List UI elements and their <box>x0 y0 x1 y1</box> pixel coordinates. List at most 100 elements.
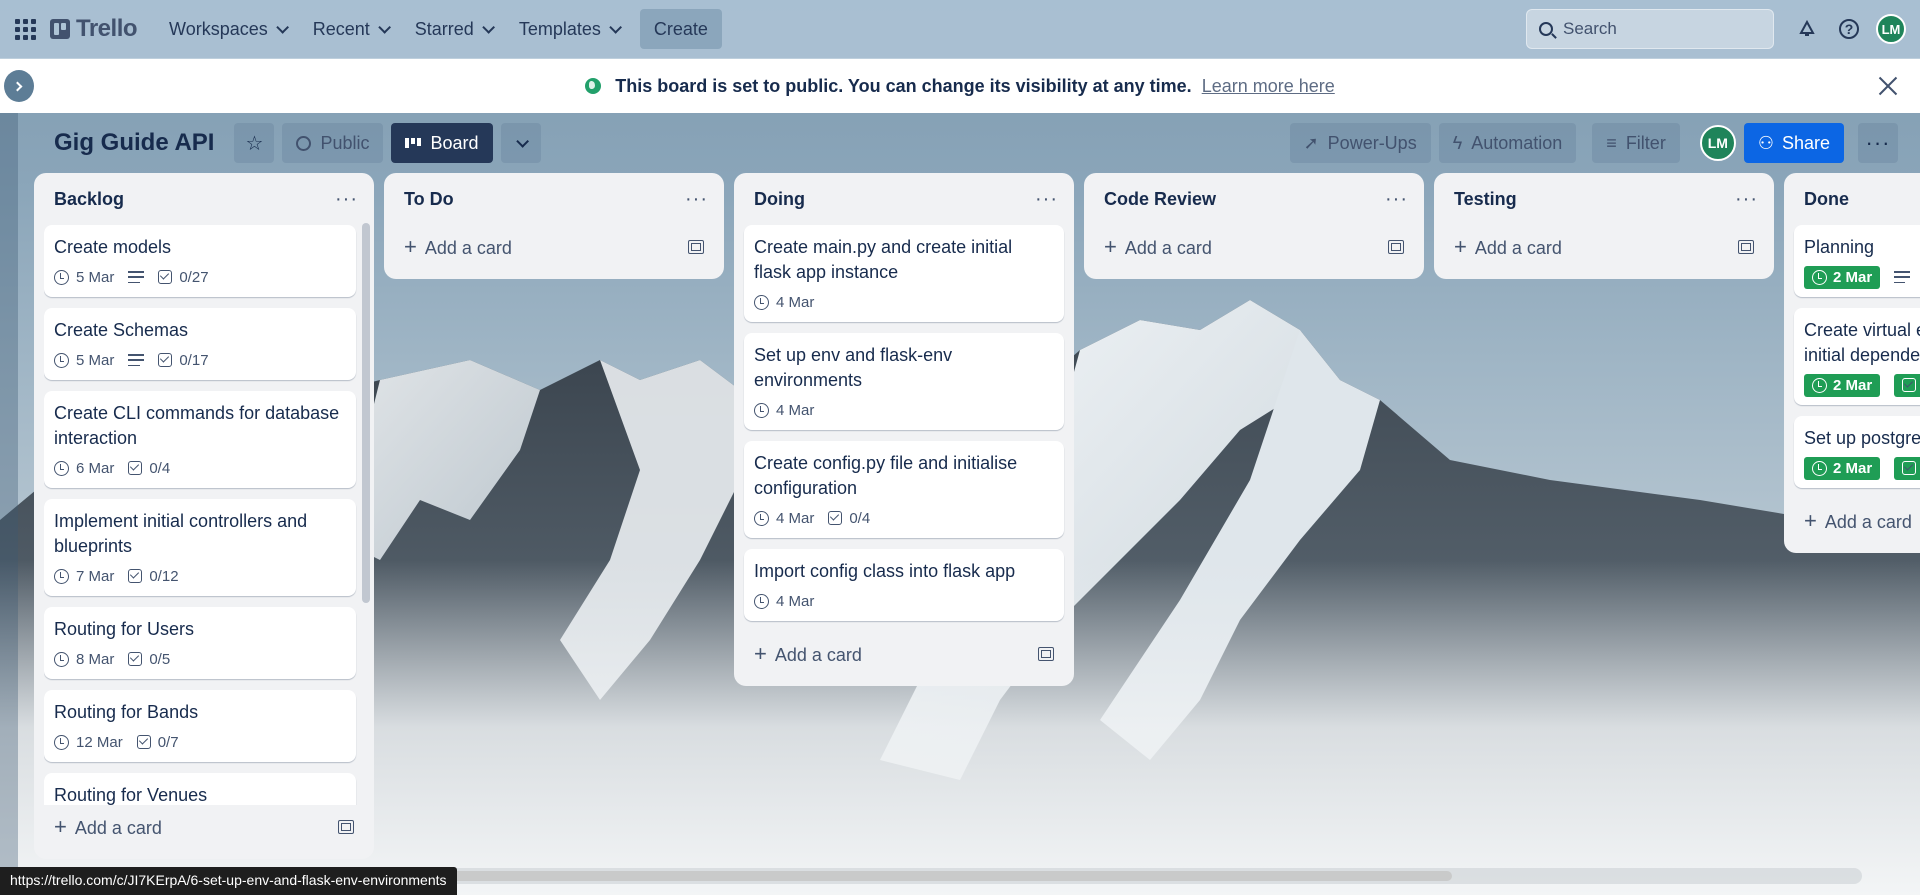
checklist-count: 0/27 <box>179 268 209 286</box>
power-ups-button[interactable]: ➚ Power-Ups <box>1289 123 1431 163</box>
card-template-icon[interactable] <box>1388 240 1404 254</box>
due-date-text: 12 Mar <box>76 733 123 751</box>
card-badges: 2 Mar <box>1804 265 1920 289</box>
list-scrollbar[interactable] <box>362 223 370 603</box>
card[interactable]: Import config class into flask app 4 Mar <box>744 549 1064 621</box>
list-menu-icon[interactable]: ··· <box>1385 188 1408 211</box>
description-icon <box>128 354 145 366</box>
card[interactable]: Create virtual e initial depende 2 Mar 6 <box>1794 308 1920 405</box>
trello-logo[interactable]: Trello <box>50 15 138 43</box>
card[interactable]: Create Schemas 5 Mar 0/17 <box>44 308 356 380</box>
due-date-text: 4 Mar <box>776 509 815 527</box>
clock-icon <box>54 568 69 584</box>
visibility-button[interactable]: Public <box>282 123 384 163</box>
list-title[interactable]: Done <box>1804 189 1849 210</box>
board-title[interactable]: Gig Guide API <box>54 129 214 157</box>
card[interactable]: Routing for Bands 12 Mar 0/7 <box>44 690 356 762</box>
card[interactable]: Routing for Users 8 Mar 0/5 <box>44 607 356 679</box>
board-menu-button[interactable]: ··· <box>1858 123 1898 163</box>
card-template-icon[interactable] <box>1038 647 1054 661</box>
list-menu-icon[interactable]: ··· <box>1735 188 1758 211</box>
checklist-complete-badge: 3 <box>1894 456 1920 480</box>
add-card-button[interactable]: + Add a card <box>1444 225 1764 269</box>
list-title[interactable]: Code Review <box>1104 189 1216 210</box>
clock-icon <box>54 651 69 667</box>
add-card-button[interactable]: + Add a card <box>1094 225 1414 269</box>
checklist-icon <box>158 353 173 367</box>
card-title: Create config.py file and initialise con… <box>754 453 1018 498</box>
search-input[interactable]: Search <box>1526 9 1774 49</box>
help-icon[interactable]: ? <box>1831 11 1867 47</box>
card[interactable]: Planning 2 Mar <box>1794 225 1920 297</box>
filter-button[interactable]: ≡ Filter <box>1592 123 1680 163</box>
checklist-icon <box>128 652 143 666</box>
nav-recent-button[interactable]: Recent <box>299 9 401 49</box>
learn-more-link[interactable]: Learn more here <box>1202 76 1335 97</box>
share-button[interactable]: ⚇ Share <box>1743 123 1844 163</box>
list-todo: To Do ··· + Add a card <box>384 173 724 279</box>
card[interactable]: Create config.py file and initialise con… <box>744 441 1064 538</box>
card-template-icon[interactable] <box>1738 240 1754 254</box>
list-title[interactable]: Testing <box>1454 189 1517 210</box>
checklist-count: 0/4 <box>849 509 871 527</box>
board-member-avatar[interactable]: LM <box>1699 125 1736 161</box>
card[interactable]: Create models 5 Mar 0/27 <box>44 225 356 297</box>
app-switcher-icon[interactable] <box>12 16 38 42</box>
clock-icon <box>54 352 69 368</box>
card-title: Import config class into flask app <box>754 561 1016 581</box>
card[interactable]: Implement initial controllers and bluepr… <box>44 499 356 596</box>
list-title[interactable]: Backlog <box>54 189 124 210</box>
card[interactable]: Create main.py and create initial flask … <box>744 225 1064 322</box>
lightning-icon: ϟ <box>1452 132 1463 153</box>
share-label: Share <box>1781 132 1830 153</box>
notifications-bell-icon[interactable] <box>1789 11 1825 47</box>
add-card-button[interactable]: + Add a card <box>1794 499 1920 543</box>
view-switcher-button[interactable] <box>500 123 541 163</box>
add-card-label: Add a card <box>1124 238 1212 258</box>
more-icon: ··· <box>1865 130 1891 155</box>
card-template-icon[interactable] <box>338 820 354 834</box>
list-menu-icon[interactable]: ··· <box>1035 188 1058 211</box>
description-icon <box>1894 271 1911 283</box>
add-card-label: Add a card <box>1474 238 1562 258</box>
card[interactable]: Routing for Venues <box>44 773 356 805</box>
nav-templates-label: Templates <box>518 18 601 39</box>
board-view-button[interactable]: Board <box>391 123 493 163</box>
list-title[interactable]: Doing <box>754 189 805 210</box>
due-date-badge: 7 Mar <box>54 568 114 585</box>
list-header: Backlog ··· <box>44 173 364 225</box>
nav-recent-label: Recent <box>312 18 370 39</box>
create-button[interactable]: Create <box>639 9 722 49</box>
card[interactable]: Set up env and flask-env environments 4 … <box>744 333 1064 430</box>
list-title[interactable]: To Do <box>404 189 454 210</box>
add-card-button[interactable]: + Add a card <box>394 225 714 269</box>
list-menu-icon[interactable]: ··· <box>685 188 708 211</box>
card[interactable]: Set up postgre 2 Mar 3 <box>1794 416 1920 488</box>
list-menu-icon[interactable]: ··· <box>335 188 358 211</box>
card-title: Routing for Bands <box>54 702 199 722</box>
automation-button[interactable]: ϟ Automation <box>1438 123 1577 163</box>
add-card-button[interactable]: + Add a card <box>44 805 364 849</box>
card-badges: 4 Mar <box>754 590 1054 612</box>
expand-sidebar-button[interactable] <box>4 70 34 102</box>
card[interactable]: Create CLI commands for database interac… <box>44 391 356 488</box>
user-avatar-button[interactable]: LM <box>1873 11 1909 47</box>
filter-icon: ≡ <box>1606 132 1617 153</box>
plus-icon: + <box>404 234 417 259</box>
card-badges: 6 Mar 0/4 <box>54 457 346 479</box>
collapsed-sidebar <box>0 113 18 873</box>
add-card-button[interactable]: + Add a card <box>744 632 1064 676</box>
due-date-text: 6 Mar <box>76 459 115 477</box>
plus-icon: + <box>1104 234 1117 259</box>
card-badges: 4 Mar 0/4 <box>754 507 1054 529</box>
nav-starred-button[interactable]: Starred <box>401 9 505 49</box>
card-template-icon[interactable] <box>688 240 704 254</box>
due-date-text: 4 Mar <box>776 401 815 419</box>
close-icon[interactable] <box>1874 72 1902 100</box>
checklist-icon <box>1902 378 1917 392</box>
card-title: Routing for Venues <box>54 785 208 805</box>
nav-workspaces-button[interactable]: Workspaces <box>155 9 299 49</box>
due-date-text: 5 Mar <box>76 351 115 369</box>
star-board-button[interactable]: ☆ <box>234 123 275 163</box>
nav-templates-button[interactable]: Templates <box>505 9 632 49</box>
